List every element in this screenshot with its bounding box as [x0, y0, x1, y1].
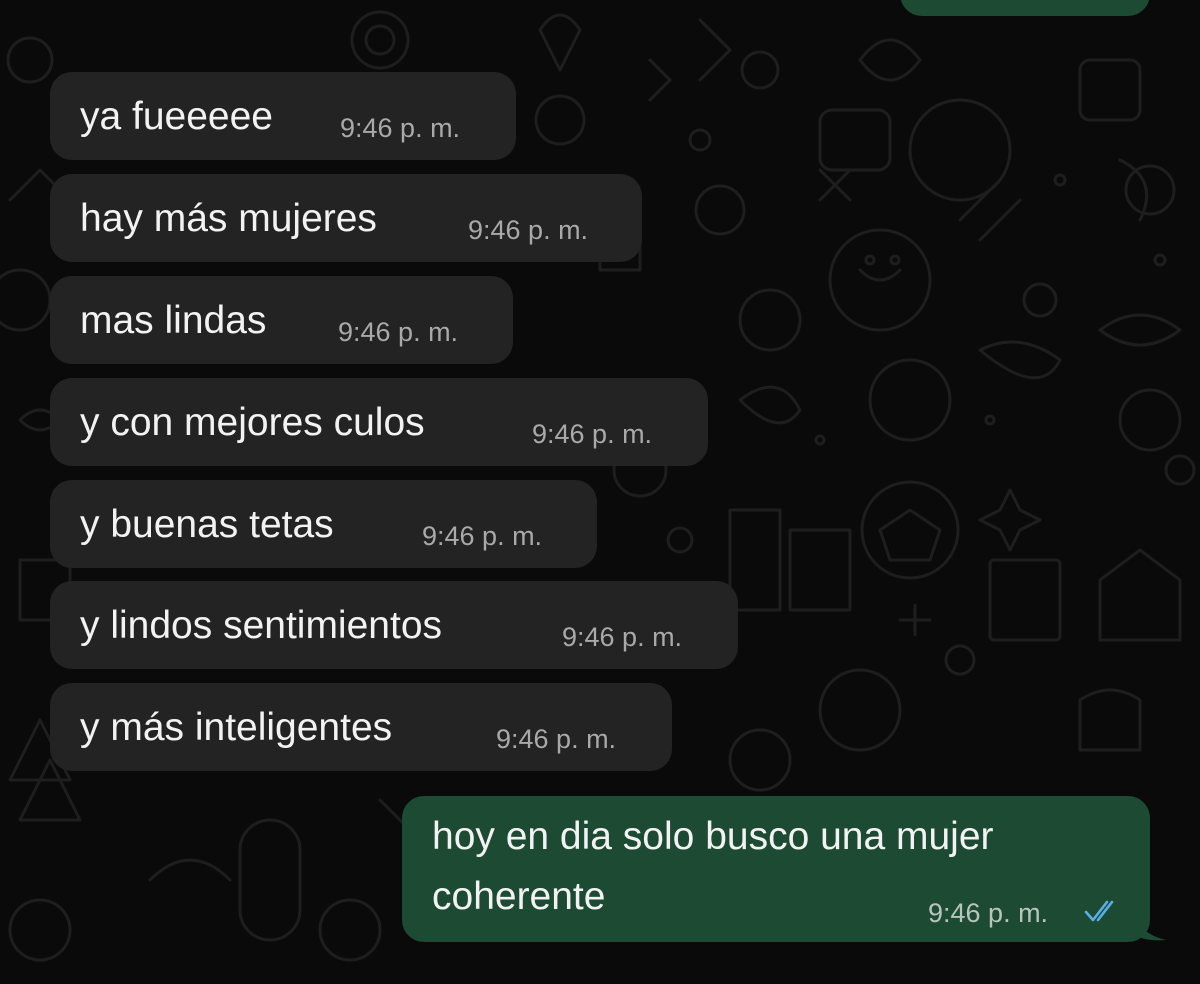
message-text-line-2: coherente	[432, 875, 606, 918]
outgoing-message[interactable]: hoy en dia solo busco una mujer coherent…	[402, 796, 1150, 942]
message-timestamp: 9:46 p. m.	[928, 898, 1049, 928]
message-timestamp: 9:46 p. m.	[562, 622, 683, 652]
double-check-read-icon	[1084, 900, 1114, 922]
bubble-tail	[1132, 912, 1166, 941]
incoming-message-5[interactable]: y buenas tetas 9:46 p. m.	[50, 480, 597, 568]
message-text: y lindos sentimientos	[80, 604, 443, 647]
message-timestamp: 9:46 p. m.	[496, 724, 617, 754]
message-text: mas lindas	[80, 299, 267, 342]
outgoing-bubble-previous[interactable]	[900, 0, 1150, 16]
incoming-message-2[interactable]: hay más mujeres 9:46 p. m.	[50, 174, 642, 262]
message-timestamp: 9:46 p. m.	[340, 113, 461, 143]
message-text: ya fueeeee	[80, 95, 274, 138]
incoming-message-6[interactable]: y lindos sentimientos 9:46 p. m.	[50, 581, 738, 669]
message-timestamp: 9:46 p. m.	[468, 215, 589, 245]
message-text: y más inteligentes	[80, 706, 393, 749]
message-text-line-1: hoy en dia solo busco una mujer	[432, 815, 994, 858]
incoming-message-4[interactable]: y con mejores culos 9:46 p. m.	[50, 378, 708, 466]
incoming-message-7[interactable]: y más inteligentes 9:46 p. m.	[50, 683, 672, 771]
incoming-message-3[interactable]: mas lindas 9:46 p. m.	[50, 276, 513, 364]
message-timestamp: 9:46 p. m.	[532, 419, 653, 449]
chat-area[interactable]: ya fueeeee 9:46 p. m. hay más mujeres 9:…	[0, 0, 1200, 984]
incoming-message-1[interactable]: ya fueeeee 9:46 p. m.	[50, 72, 516, 160]
message-text: hay más mujeres	[80, 197, 377, 240]
message-timestamp: 9:46 p. m.	[422, 521, 543, 551]
message-timestamp: 9:46 p. m.	[338, 317, 459, 347]
message-text: y con mejores culos	[80, 401, 425, 444]
message-text: y buenas tetas	[80, 503, 334, 546]
